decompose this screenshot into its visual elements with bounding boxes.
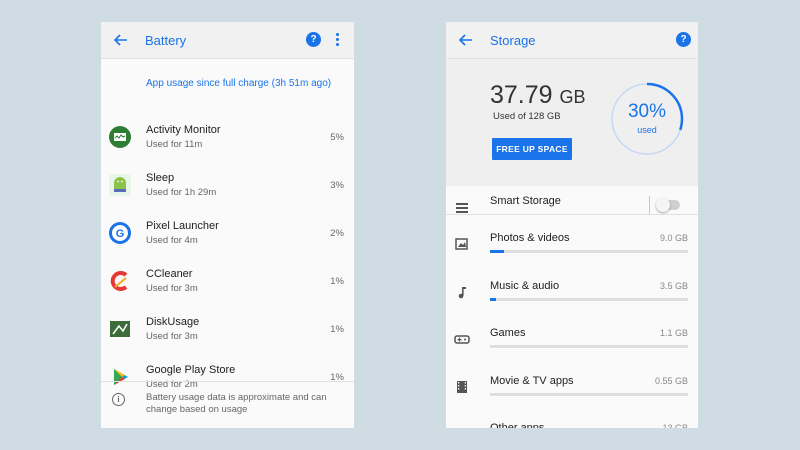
app-name: CCleaner <box>146 268 193 280</box>
storage-summary: 37.79 GB Used of 128 GB FREE UP SPACE 30… <box>446 59 698 186</box>
battery-app-bar: Battery ? <box>101 22 354 59</box>
music-note-icon <box>454 284 470 300</box>
android-icon <box>109 174 131 196</box>
app-usage-row[interactable]: DiskUsage Used for 3m 1% <box>101 310 354 358</box>
storage-category-row[interactable]: Other apps 13 GB <box>446 412 698 428</box>
help-icon[interactable]: ? <box>676 32 691 47</box>
category-name: Photos & videos <box>490 232 570 244</box>
smart-storage-toggle[interactable] <box>656 198 680 212</box>
storage-category-row[interactable]: Movie & TV apps 0.55 GB <box>446 365 698 412</box>
activity-monitor-icon <box>109 126 131 148</box>
back-arrow-icon[interactable] <box>456 30 476 50</box>
category-size: 1.1 GB <box>659 328 688 338</box>
page-title: Battery <box>145 33 187 48</box>
toggle-divider <box>649 196 650 214</box>
disclaimer-text: Battery usage data is approximate and ca… <box>146 392 327 415</box>
app-battery-percent: 1% <box>330 276 344 287</box>
google-g-icon: G <box>109 222 131 244</box>
app-name: Activity Monitor <box>146 124 221 136</box>
storage-app-bar: Storage ? <box>446 22 698 59</box>
category-size: 3.5 GB <box>659 280 688 291</box>
free-up-space-button[interactable]: FREE UP SPACE <box>492 138 572 160</box>
used-storage-value: 37.79 GB <box>490 81 586 109</box>
app-usage-row[interactable]: G Pixel Launcher Used for 4m 2% <box>101 214 354 262</box>
app-battery-percent: 5% <box>330 132 344 143</box>
category-name: Movie & TV apps <box>490 374 574 387</box>
app-battery-percent: 3% <box>330 180 344 191</box>
gamepad-icon <box>454 331 470 347</box>
category-usage-bar <box>490 250 688 253</box>
app-name: DiskUsage <box>146 316 200 328</box>
app-used-time: Used for 3m <box>146 331 198 342</box>
category-name: Other apps <box>490 422 545 428</box>
app-usage-row[interactable]: Sleep Used for 1h 29m 3% <box>101 166 354 214</box>
app-used-time: Used for 3m <box>146 283 198 294</box>
diskusage-icon <box>109 318 131 340</box>
app-used-time: Used for 1h 29m <box>146 187 217 198</box>
category-size: 0.55 GB <box>654 375 688 386</box>
help-icon[interactable]: ? <box>306 32 321 47</box>
storage-screen: Storage ? 37.79 GB Used of 128 GB FREE U… <box>446 22 698 428</box>
used-of-total: Used of 128 GB <box>493 111 561 122</box>
photo-icon <box>454 236 470 252</box>
apps-icon <box>454 426 470 428</box>
app-usage-row[interactable]: Activity Monitor Used for 11m 5% <box>101 118 354 166</box>
category-usage-bar <box>490 345 688 348</box>
smart-storage-label: Smart Storage <box>490 195 561 207</box>
app-name: Sleep <box>146 172 175 184</box>
app-battery-percent: 2% <box>330 228 344 239</box>
app-used-time: Used for 11m <box>146 139 203 150</box>
ccleaner-icon <box>109 270 131 292</box>
category-size: 9.0 GB <box>659 233 688 243</box>
usage-header: App usage since full charge (3h 51m ago) <box>146 78 332 89</box>
storage-category-row[interactable]: Games 1.1 GB <box>446 317 698 364</box>
category-name: Music & audio <box>490 279 560 292</box>
info-icon: i <box>112 393 125 406</box>
app-name: Google Play Store <box>146 364 236 376</box>
app-used-time: Used for 4m <box>146 235 198 246</box>
category-size: 13 GB <box>662 423 688 428</box>
more-vert-icon[interactable] <box>336 33 340 47</box>
app-usage-row[interactable]: CCleaner Used for 3m 1% <box>101 262 354 310</box>
back-arrow-icon[interactable] <box>111 30 131 50</box>
category-usage-bar <box>490 392 688 396</box>
film-icon <box>454 379 470 395</box>
app-name: Pixel Launcher <box>146 220 219 232</box>
page-title: Storage <box>490 33 536 48</box>
ring-label: used <box>637 125 657 135</box>
battery-screen: Battery ? App usage since full charge (3… <box>101 22 354 428</box>
category-name: Games <box>490 327 526 339</box>
ring-percent: 30% <box>627 101 667 122</box>
storage-category-row[interactable]: Photos & videos 9.0 GB <box>446 222 698 269</box>
svg-text:G: G <box>116 228 125 240</box>
app-battery-percent: 1% <box>330 324 344 335</box>
storage-category-row[interactable]: Music & audio 3.5 GB <box>446 270 698 317</box>
battery-disclaimer: i Battery usage data is approximate and … <box>101 382 354 428</box>
category-usage-bar <box>490 297 688 301</box>
